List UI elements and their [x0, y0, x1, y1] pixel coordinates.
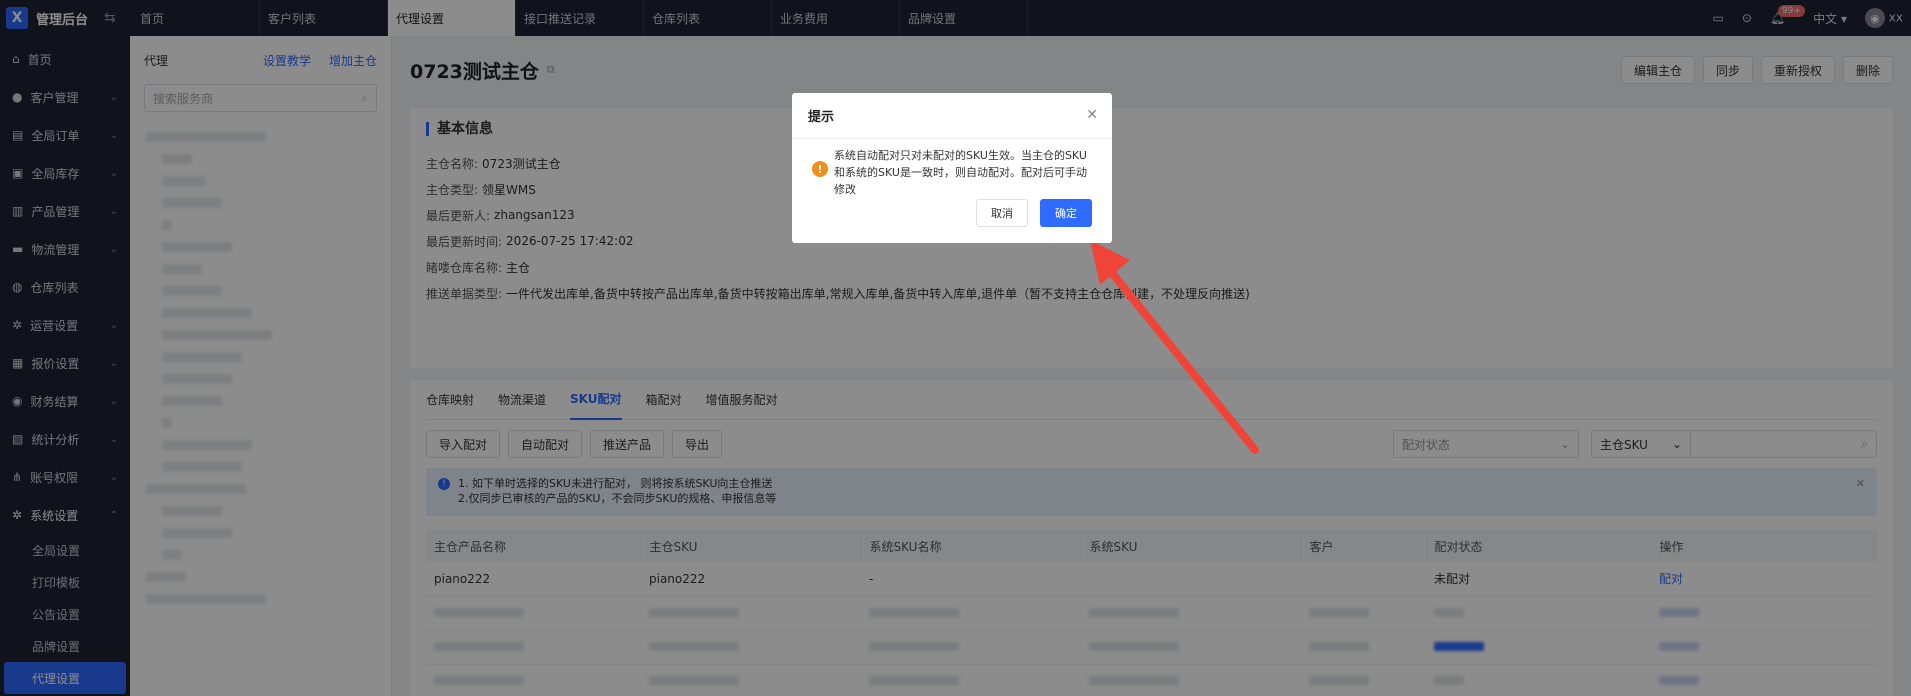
- warning-icon: !: [812, 161, 828, 177]
- dialog-title: 提示: [808, 110, 835, 125]
- dialog-body: ! 系统自动配对只对未配对的SKU生效。当主仓的SKU和系统的SKU是一致时，则…: [792, 139, 1112, 198]
- cancel-button[interactable]: 取消: [976, 199, 1028, 227]
- confirm-button[interactable]: 确定: [1040, 199, 1092, 227]
- dialog-message: 系统自动配对只对未配对的SKU生效。当主仓的SKU和系统的SKU是一致时，则自动…: [834, 149, 1087, 196]
- close-icon[interactable]: ✕: [1086, 107, 1098, 123]
- confirm-dialog: 提示 ✕ ! 系统自动配对只对未配对的SKU生效。当主仓的SKU和系统的SKU是…: [792, 93, 1112, 243]
- annotation-arrow: [1090, 240, 1259, 454]
- dialog-header: 提示 ✕: [792, 93, 1112, 139]
- app-root: { "app": {"title": "管理后台"}, "top_tabs": …: [0, 0, 1911, 696]
- dialog-footer: 取消 确定: [976, 199, 1092, 227]
